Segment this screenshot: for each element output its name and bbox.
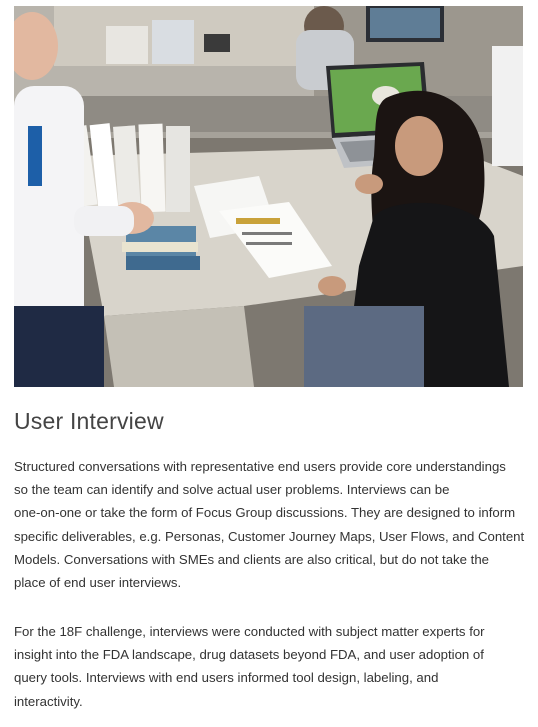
paragraph-line: insight into the FDA landscape, drug dat… [14,647,484,663]
paragraph-line: place of end user interviews. [14,575,182,591]
intro-paragraph: Structured conversations with representa… [14,455,526,594]
interview-photo [14,6,523,387]
paragraph-line: one-on-one or take the form of Focus Gro… [14,505,516,521]
paragraph-line: For the 18F challenge, interviews were c… [14,624,485,639]
paragraph-line: Models. Conversations with SMEs and clie… [14,551,489,567]
paragraph-line: interactivity. [14,693,83,709]
paragraph-line: specific deliverables, e.g. Personas, Cu… [14,528,525,544]
paragraph-line: so the team can identify and solve actua… [14,482,450,498]
challenge-paragraph: For the 18F challenge, interviews were c… [14,620,526,713]
section-title: User Interview [14,408,164,434]
paragraph-line: Structured conversations with representa… [14,459,506,474]
interview-photo-illustration [14,6,523,387]
paragraph-line: query tools. Interviews with end users i… [14,670,439,686]
